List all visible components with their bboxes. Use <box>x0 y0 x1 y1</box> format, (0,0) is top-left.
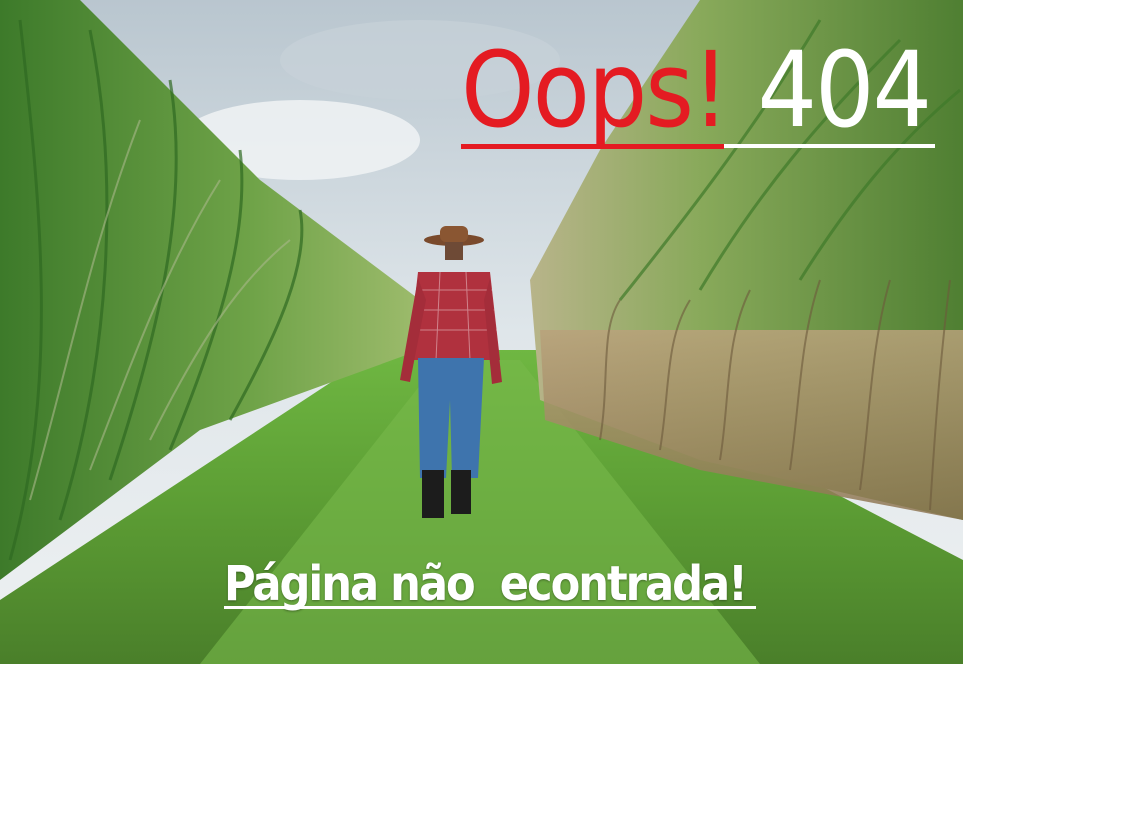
hero-image: Oops! 404 Página não econtrada! <box>0 0 963 664</box>
error-code: 404 <box>757 29 933 151</box>
error-headline: Oops! 404 <box>461 30 935 150</box>
oops-underline <box>461 144 724 149</box>
oops-text: Oops! <box>461 29 730 151</box>
code-underline <box>724 144 935 148</box>
message-underline <box>224 606 756 609</box>
